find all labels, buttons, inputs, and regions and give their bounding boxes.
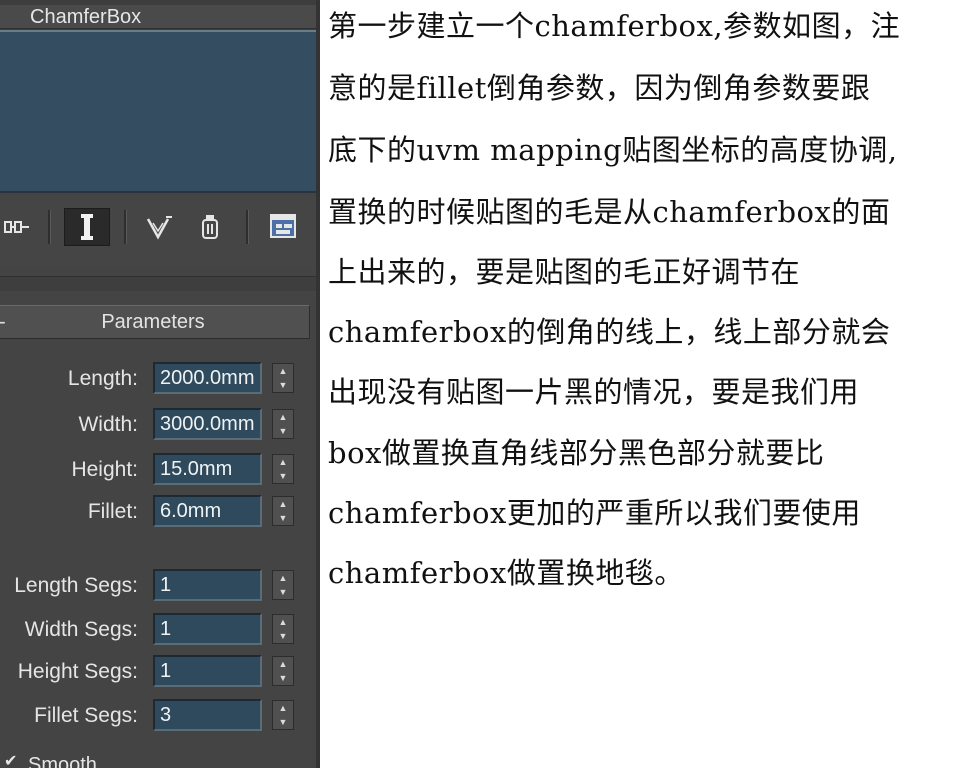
- spinner-up-icon[interactable]: ▲: [279, 499, 288, 509]
- article-line: chamferbox做置换地毯。: [328, 556, 684, 590]
- spinner-down-icon[interactable]: ▼: [279, 426, 288, 436]
- param-row-width-segs: Width Segs: 1 ▲ ▼: [0, 613, 320, 647]
- command-panel: ChamferBox Parameters Length: 2000.0mm ▲…: [0, 0, 320, 768]
- param-label: Fillet:: [87, 500, 138, 523]
- article-line: 出现没有贴图一片黑的情况，要是我们用: [328, 375, 860, 409]
- width-spinner[interactable]: ▲ ▼: [272, 409, 294, 439]
- spinner-down-icon[interactable]: ▼: [279, 717, 288, 727]
- param-row-length-segs: Length Segs: 1 ▲ ▼: [0, 569, 320, 603]
- param-label: Fillet Segs:: [34, 704, 138, 727]
- article-line: chamferbox更加的严重所以我们要使用: [328, 496, 861, 530]
- article-line: 第一步建立一个chamferbox,参数如图，注: [328, 9, 901, 43]
- spinner-up-icon[interactable]: ▲: [279, 703, 288, 713]
- param-row-length: Length: 2000.0mm ▲ ▼: [0, 362, 320, 396]
- configure-modifier-sets-icon[interactable]: [262, 208, 306, 246]
- param-label: Height Segs:: [17, 660, 138, 683]
- article-line: 上出来的，要是贴图的毛正好调节在: [328, 255, 801, 289]
- spinner-up-icon[interactable]: ▲: [279, 659, 288, 669]
- toolbar-separator: [48, 210, 51, 244]
- spinner-up-icon[interactable]: ▲: [279, 412, 288, 422]
- height-spinner[interactable]: ▲ ▼: [272, 454, 294, 484]
- spinner-down-icon[interactable]: ▼: [279, 587, 288, 597]
- length-field[interactable]: 2000.0mm: [153, 362, 262, 394]
- parameters-rollout-header[interactable]: - Parameters: [0, 305, 310, 339]
- spinner-down-icon[interactable]: ▼: [279, 673, 288, 683]
- spinner-up-icon[interactable]: ▲: [279, 366, 288, 376]
- param-row-fillet-segs: Fillet Segs: 3 ▲ ▼: [0, 699, 320, 733]
- height-field[interactable]: 15.0mm: [153, 453, 262, 485]
- object-name-field[interactable]: ChamferBox: [0, 5, 318, 29]
- spinner-down-icon[interactable]: ▼: [279, 631, 288, 641]
- spinner-down-icon[interactable]: ▼: [279, 513, 288, 523]
- spinner-down-icon[interactable]: ▼: [279, 380, 288, 390]
- article-line: box做置换直角线部分黑色部分就要比: [328, 436, 825, 470]
- article-line: 意的是fillet倒角参数，因为倒角参数要跟: [328, 71, 871, 105]
- spinner-up-icon[interactable]: ▲: [279, 573, 288, 583]
- param-row-width: Width: 3000.0mm ▲ ▼: [0, 408, 320, 442]
- spinner-up-icon[interactable]: ▲: [279, 457, 288, 467]
- width-segs-spinner[interactable]: ▲ ▼: [272, 614, 294, 644]
- width-segs-field[interactable]: 1: [153, 613, 262, 645]
- smooth-label: Smooth: [28, 754, 97, 768]
- height-segs-spinner[interactable]: ▲ ▼: [272, 656, 294, 686]
- param-row-fillet: Fillet: 6.0mm ▲ ▼: [0, 495, 320, 529]
- fillet-spinner[interactable]: ▲ ▼: [272, 496, 294, 526]
- article-line: chamferbox的倒角的线上，线上部分就会: [328, 315, 891, 349]
- param-label: Length Segs:: [14, 574, 138, 597]
- toolbar-separator: [246, 210, 249, 244]
- modifier-stack-toolbar: [0, 196, 320, 266]
- smooth-option[interactable]: ✔ Smooth: [0, 752, 320, 768]
- param-row-height-segs: Height Segs: 1 ▲ ▼: [0, 655, 320, 689]
- param-label: Width Segs:: [24, 618, 138, 641]
- length-spinner[interactable]: ▲ ▼: [272, 363, 294, 393]
- article-text: 第一步建立一个chamferbox,参数如图，注 意的是fillet倒角参数，因…: [328, 0, 958, 768]
- remove-modifier-icon[interactable]: [190, 208, 230, 246]
- fillet-segs-field[interactable]: 3: [153, 699, 262, 731]
- panel-divider: [0, 276, 320, 291]
- fillet-field[interactable]: 6.0mm: [153, 495, 262, 527]
- param-label: Width:: [78, 413, 138, 436]
- toolbar-separator: [124, 210, 127, 244]
- width-field[interactable]: 3000.0mm: [153, 408, 262, 440]
- pin-stack-icon[interactable]: [0, 208, 36, 246]
- article-line: 置换的时候贴图的毛是从chamferbox的面: [328, 195, 891, 229]
- object-name-bar: ChamferBox: [0, 0, 320, 31]
- make-unique-icon[interactable]: [140, 208, 180, 246]
- smooth-checkbox[interactable]: ✔: [4, 754, 18, 768]
- length-segs-spinner[interactable]: ▲ ▼: [272, 570, 294, 600]
- spinner-up-icon[interactable]: ▲: [279, 617, 288, 627]
- param-label: Length:: [67, 367, 138, 390]
- panel-edge: [316, 0, 320, 768]
- length-segs-field[interactable]: 1: [153, 569, 262, 601]
- height-segs-field[interactable]: 1: [153, 655, 262, 687]
- rollout-title: Parameters: [101, 311, 205, 333]
- param-row-height: Height: 15.0mm ▲ ▼: [0, 453, 320, 487]
- modifier-stack-list[interactable]: [0, 30, 320, 193]
- spinner-down-icon[interactable]: ▼: [279, 471, 288, 481]
- fillet-segs-spinner[interactable]: ▲ ▼: [272, 700, 294, 730]
- param-label: Height:: [71, 458, 138, 481]
- article-line: 底下的uvm mapping贴图坐标的高度协调,: [328, 133, 898, 167]
- show-end-result-icon[interactable]: [64, 208, 110, 246]
